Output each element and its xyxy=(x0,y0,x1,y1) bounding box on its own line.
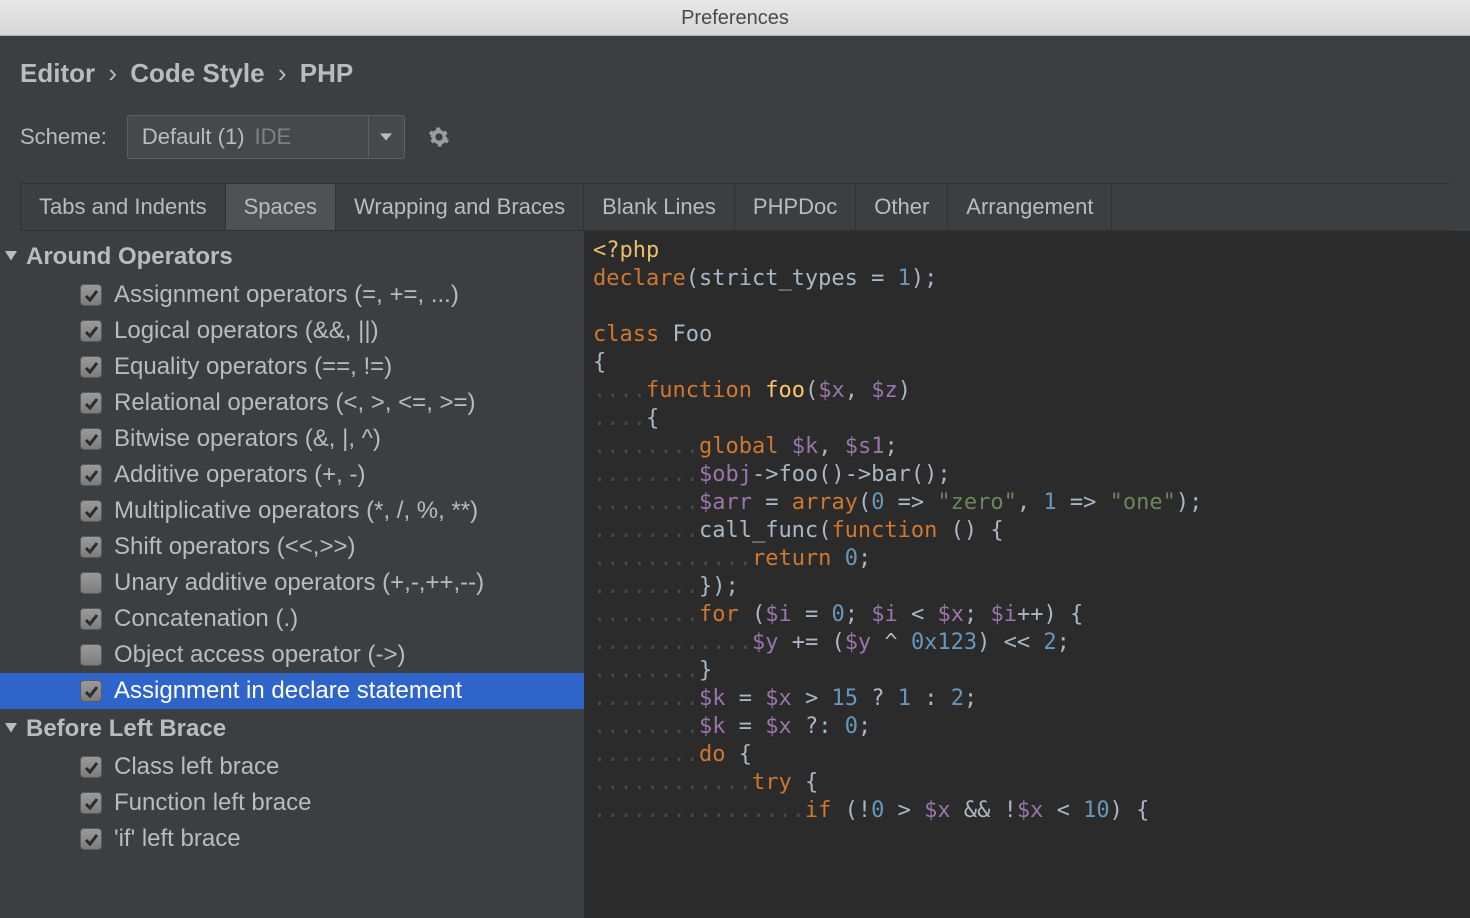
option-label: Function left brace xyxy=(114,789,311,817)
scheme-select[interactable]: Default (1) IDE xyxy=(127,115,405,159)
option-label: Unary additive operators (+,-,++,--) xyxy=(114,569,484,597)
option-logical-operators[interactable]: Logical operators (&&, ||) xyxy=(0,313,584,349)
option-assignment-in-declare-statement[interactable]: Assignment in declare statement xyxy=(0,673,584,709)
checkbox[interactable] xyxy=(80,644,102,666)
checkbox[interactable] xyxy=(80,792,102,814)
section-header-around-operators[interactable]: Around Operators xyxy=(0,237,584,277)
option-label: Logical operators (&&, ||) xyxy=(114,317,379,345)
option--if-left-brace[interactable]: 'if' left brace xyxy=(0,821,584,857)
breadcrumb-code-style[interactable]: Code Style xyxy=(130,58,264,88)
section-title: Around Operators xyxy=(26,243,233,271)
scheme-value-text: Default (1) xyxy=(142,124,245,150)
preferences-body: Editor › Code Style › PHP Scheme: Defaul… xyxy=(0,36,1470,918)
checkbox[interactable] xyxy=(80,756,102,778)
option-label: Class left brace xyxy=(114,753,279,781)
option-label: Object access operator (->) xyxy=(114,641,405,669)
option-concatenation[interactable]: Concatenation (.) xyxy=(0,601,584,637)
scheme-value: Default (1) IDE xyxy=(128,124,368,150)
tab-tabs-and-indents[interactable]: Tabs and Indents xyxy=(20,184,226,230)
checkbox[interactable] xyxy=(80,392,102,414)
option-label: Concatenation (.) xyxy=(114,605,298,633)
checkbox[interactable] xyxy=(80,464,102,486)
option-label: Relational operators (<, >, <=, >=) xyxy=(114,389,476,417)
tab-arrangement[interactable]: Arrangement xyxy=(948,184,1112,230)
tab-phpdoc[interactable]: PHPDoc xyxy=(735,184,856,230)
section-header-before-left-brace[interactable]: Before Left Brace xyxy=(0,709,584,749)
option-unary-additive-operators[interactable]: Unary additive operators (+,-,++,--) xyxy=(0,565,584,601)
tab-other[interactable]: Other xyxy=(856,184,948,230)
option-label: Assignment in declare statement xyxy=(114,677,462,705)
option-label: Equality operators (==, !=) xyxy=(114,353,392,381)
breadcrumb-php: PHP xyxy=(300,58,353,88)
breadcrumb-sep-1: › xyxy=(108,58,117,88)
breadcrumb-editor[interactable]: Editor xyxy=(20,58,95,88)
breadcrumb-sep-2: › xyxy=(278,58,287,88)
section-title: Before Left Brace xyxy=(26,715,226,743)
option-label: Additive operators (+, -) xyxy=(114,461,365,489)
option-additive-operators[interactable]: Additive operators (+, -) xyxy=(0,457,584,493)
split-pane: Around Operators Assignment operators (=,… xyxy=(0,231,1470,918)
chevron-down-icon xyxy=(380,131,392,143)
checkbox[interactable] xyxy=(80,828,102,850)
checkbox[interactable] xyxy=(80,284,102,306)
scheme-row: Scheme: Default (1) IDE xyxy=(0,101,1470,183)
option-label: 'if' left brace xyxy=(114,825,241,853)
option-label: Assignment operators (=, +=, ...) xyxy=(114,281,459,309)
gear-icon xyxy=(428,126,450,148)
option-class-left-brace[interactable]: Class left brace xyxy=(0,749,584,785)
checkbox[interactable] xyxy=(80,608,102,630)
scheme-caret[interactable] xyxy=(368,116,404,158)
tab-blank-lines[interactable]: Blank Lines xyxy=(584,184,735,230)
breadcrumb: Editor › Code Style › PHP xyxy=(0,36,1470,101)
scheme-ide-badge: IDE xyxy=(255,124,292,150)
window-title: Preferences xyxy=(0,0,1470,36)
code-preview: <?php declare(strict_types = 1); class F… xyxy=(585,231,1470,825)
option-bitwise-operators[interactable]: Bitwise operators (&, |, ^) xyxy=(0,421,584,457)
scheme-label: Scheme: xyxy=(20,124,107,150)
options-pane[interactable]: Around Operators Assignment operators (=,… xyxy=(0,231,585,918)
option-function-left-brace[interactable]: Function left brace xyxy=(0,785,584,821)
code-preview-pane: <?php declare(strict_types = 1); class F… xyxy=(585,231,1470,918)
checkbox[interactable] xyxy=(80,320,102,342)
option-shift-operators[interactable]: Shift operators (<<,>>) xyxy=(0,529,584,565)
option-label: Multiplicative operators (*, /, %, **) xyxy=(114,497,478,525)
option-relational-operators[interactable]: Relational operators (<, >, <=, >=) xyxy=(0,385,584,421)
scheme-settings-button[interactable] xyxy=(425,123,453,151)
checkbox[interactable] xyxy=(80,680,102,702)
checkbox[interactable] xyxy=(80,428,102,450)
option-label: Bitwise operators (&, |, ^) xyxy=(114,425,381,453)
option-multiplicative-operators[interactable]: Multiplicative operators (*, /, %, **) xyxy=(0,493,584,529)
option-assignment-operators[interactable]: Assignment operators (=, +=, ...) xyxy=(0,277,584,313)
option-label: Shift operators (<<,>>) xyxy=(114,533,355,561)
tabs: Tabs and IndentsSpacesWrapping and Brace… xyxy=(20,183,1450,231)
checkbox[interactable] xyxy=(80,356,102,378)
tab-wrapping-and-braces[interactable]: Wrapping and Braces xyxy=(336,184,584,230)
disclosure-triangle-icon xyxy=(4,250,18,264)
checkbox[interactable] xyxy=(80,536,102,558)
disclosure-triangle-icon xyxy=(4,722,18,736)
checkbox[interactable] xyxy=(80,572,102,594)
option-equality-operators[interactable]: Equality operators (==, !=) xyxy=(0,349,584,385)
option-object-access-operator[interactable]: Object access operator (->) xyxy=(0,637,584,673)
checkbox[interactable] xyxy=(80,500,102,522)
tab-spaces[interactable]: Spaces xyxy=(226,184,336,230)
